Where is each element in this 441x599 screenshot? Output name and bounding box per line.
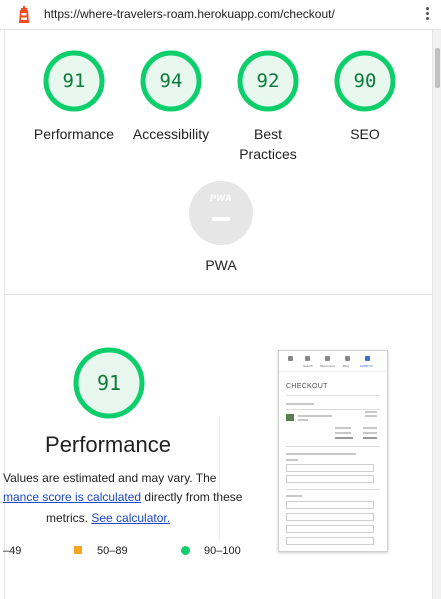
thumbnail-navbar: Search MyAccount Blog £1800.00 — [279, 351, 387, 372]
thumbnail-text — [363, 437, 377, 439]
pwa-label: PWA — [205, 257, 237, 273]
performance-detail-score: 91 — [96, 371, 122, 395]
thumbnail-blog-icon — [345, 356, 350, 361]
best-practices-score: 92 — [256, 70, 280, 92]
performance-score: 91 — [62, 70, 86, 92]
thumbnail-text — [335, 437, 353, 439]
thumbnail-text — [365, 415, 377, 417]
description-text: metrics. — [46, 511, 92, 525]
thumbnail-text — [298, 415, 332, 417]
score-calculated-link[interactable]: mance score is calculated — [3, 490, 141, 504]
thumbnail-field — [286, 513, 374, 521]
pwa-badge[interactable]: PWA — [189, 181, 253, 245]
accessibility-label: Accessibility — [132, 126, 210, 142]
thumbnail-text — [286, 495, 302, 497]
performance-description-line-1: Values are estimated and may vary. The — [3, 471, 217, 485]
thumbnail-rule — [286, 446, 380, 447]
thumbnail-nav-label: Search — [303, 364, 313, 368]
legend-pass: 90–100 — [204, 545, 241, 557]
thumbnail-rule — [286, 489, 380, 490]
scrollbar-thumb[interactable] — [435, 48, 440, 88]
pwa-dash-icon — [212, 217, 230, 221]
best-practices-label: Best Practices — [239, 126, 297, 162]
legend-average: 50–89 — [97, 545, 128, 557]
url-text[interactable]: https://where-travelers-roam.herokuapp.c… — [44, 7, 335, 21]
thumbnail-product-image — [286, 414, 294, 421]
thumbnail-field — [286, 475, 374, 483]
see-calculator-link[interactable]: See calculator. — [91, 511, 170, 525]
thumbnail-logo-icon — [288, 356, 293, 361]
best-practices-gauge[interactable]: 92 — [236, 49, 300, 113]
thumbnail-text — [363, 427, 377, 429]
thumbnail-text — [365, 411, 377, 413]
legend-fail: –49 — [3, 545, 22, 557]
column-divider — [219, 416, 220, 540]
performance-description-line-2: mance score is calculated directly from … — [3, 490, 242, 504]
thumbnail-text — [286, 459, 298, 461]
accessibility-score: 94 — [159, 70, 183, 92]
thumbnail-search-icon — [305, 356, 310, 361]
lighthouse-icon[interactable] — [16, 6, 32, 24]
legend-pass-circle-icon — [181, 546, 190, 555]
thumbnail-nav-label: MyAccount — [320, 364, 335, 368]
thumbnail-field — [286, 525, 374, 533]
thumbnail-heading: CHECKOUT — [286, 383, 328, 390]
thumbnail-cart-icon — [365, 356, 370, 361]
accessibility-gauge[interactable]: 94 — [139, 49, 203, 113]
thumbnail-field — [286, 537, 374, 545]
thumbnail-field — [286, 501, 374, 509]
performance-label: Performance — [33, 126, 115, 142]
thumbnail-nav-label: £1800.00 — [360, 364, 373, 368]
seo-score: 90 — [353, 70, 377, 92]
section-divider — [4, 294, 433, 295]
page-screenshot-thumbnail[interactable]: Search MyAccount Blog £1800.00 CHECKOUT — [278, 350, 388, 552]
description-text: directly from these — [141, 490, 243, 504]
thumbnail-text — [298, 419, 308, 421]
pwa-badge-text: PWA — [209, 193, 232, 203]
thumbnail-rule — [286, 395, 380, 396]
thumbnail-field — [286, 464, 374, 472]
seo-gauge[interactable]: 90 — [333, 49, 397, 113]
performance-title: Performance — [45, 432, 171, 457]
scrollbar[interactable] — [433, 30, 441, 599]
thumbnail-text — [335, 427, 351, 429]
legend-average-square-icon — [74, 546, 82, 554]
performance-detail-gauge: 91 — [72, 346, 146, 420]
kebab-menu-icon[interactable] — [424, 5, 430, 25]
performance-gauge[interactable]: 91 — [42, 49, 106, 113]
thumbnail-rule — [286, 409, 380, 410]
thumbnail-text — [286, 453, 356, 455]
browser-address-bar[interactable]: https://where-travelers-roam.herokuapp.c… — [0, 0, 441, 30]
thumbnail-text — [286, 403, 314, 405]
seo-label: SEO — [350, 126, 380, 142]
thumbnail-nav-label: Blog — [343, 364, 350, 368]
performance-description-line-3: metrics. See calculator. — [46, 511, 170, 525]
thumbnail-account-icon — [325, 356, 330, 361]
thumbnail-text — [335, 432, 351, 434]
thumbnail-text — [363, 432, 377, 434]
